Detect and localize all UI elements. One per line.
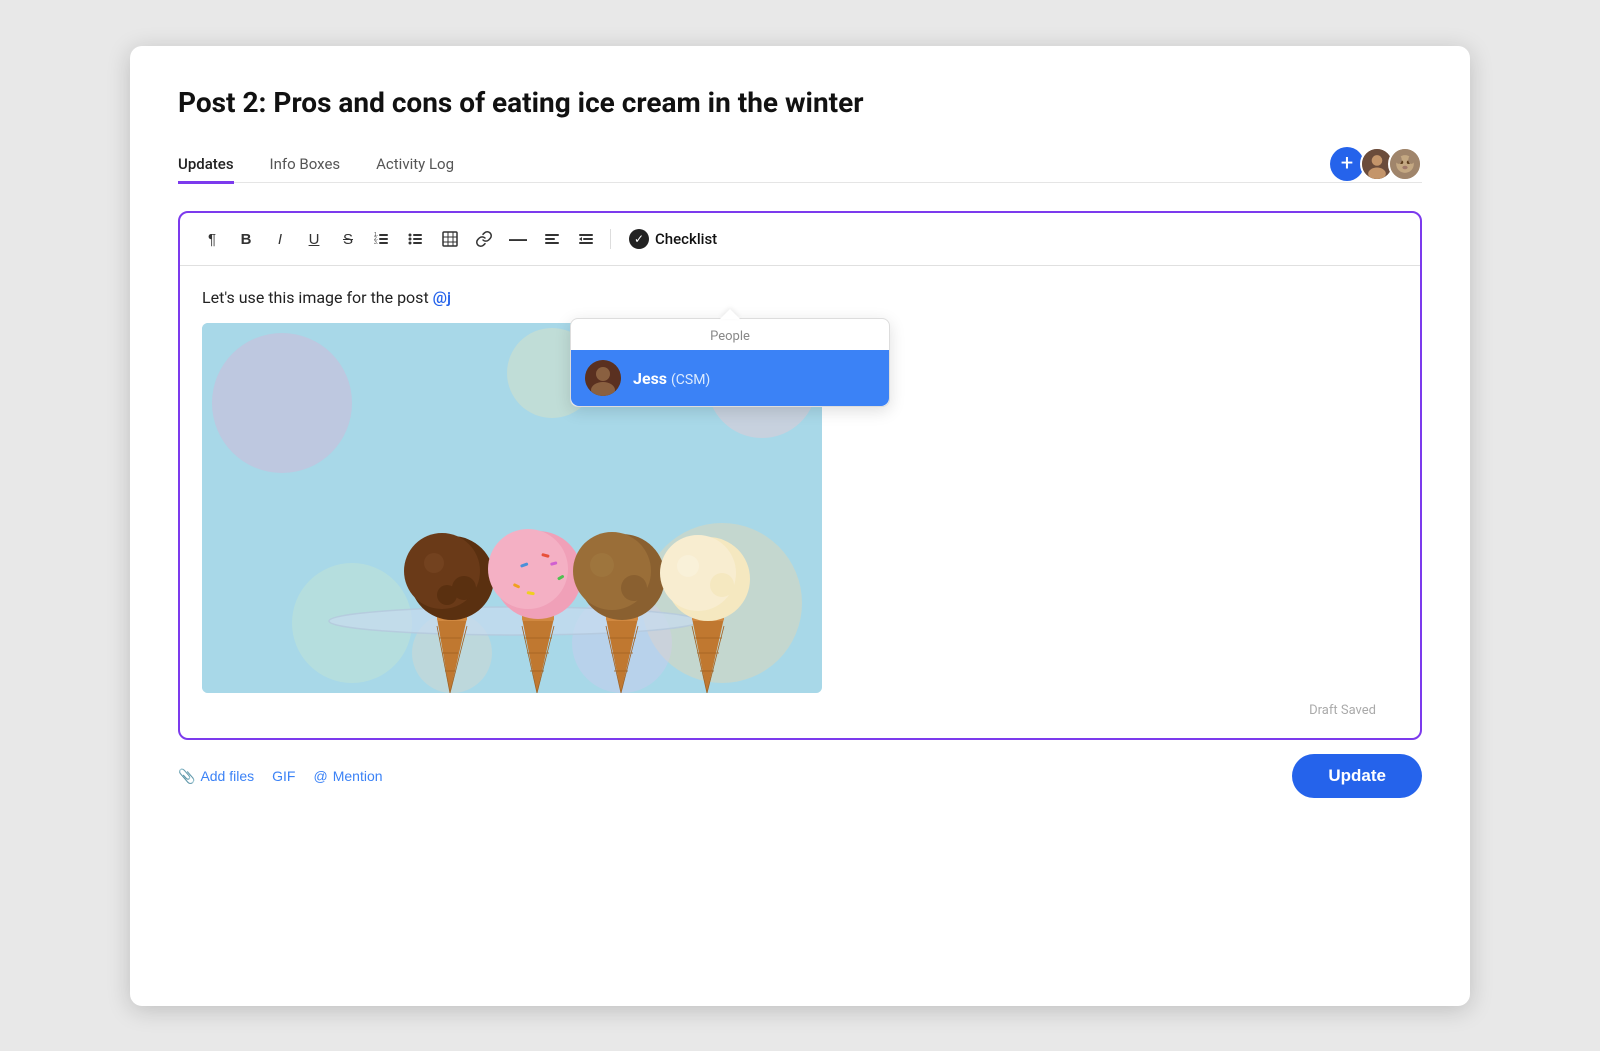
mention-dropdown-header: People (571, 319, 889, 350)
toolbar-underline[interactable]: U (300, 225, 328, 253)
toolbar-bold[interactable]: B (232, 225, 260, 253)
avatar-dog (1388, 147, 1422, 181)
main-window: Post 2: Pros and cons of eating ice crea… (130, 46, 1470, 1006)
tabs-row: Updates Info Boxes Activity Log + (178, 147, 1422, 184)
content-prefix: Let's use this image for the post (202, 288, 433, 307)
add-files-label: Add files (200, 768, 254, 784)
checklist-label: Checklist (655, 230, 717, 248)
at-icon: @ (313, 768, 327, 784)
checklist-icon: ✓ (629, 229, 649, 249)
toolbar-link[interactable] (470, 225, 498, 253)
toolbar-italic[interactable]: I (266, 225, 294, 253)
update-button[interactable]: Update (1292, 754, 1422, 798)
mention-name: Jess (633, 369, 667, 388)
paperclip-icon: 📎 (178, 768, 195, 785)
toolbar-table[interactable] (436, 225, 464, 253)
footer-actions: 📎 Add files GIF @ Mention (178, 768, 383, 785)
toolbar: ¶ B I U S 1.2.3. — (180, 213, 1420, 266)
gif-button[interactable]: GIF (272, 768, 295, 784)
page-title: Post 2: Pros and cons of eating ice crea… (178, 86, 1422, 119)
toolbar-align[interactable] (538, 225, 566, 253)
add-collaborator-button[interactable]: + (1330, 147, 1364, 181)
toolbar-unordered-list[interactable] (402, 225, 430, 253)
mention-label: Mention (333, 768, 383, 784)
mention-button[interactable]: @ Mention (313, 768, 382, 784)
toolbar-divider (610, 229, 611, 249)
tab-updates[interactable]: Updates (178, 147, 234, 184)
editor-content[interactable]: Let's use this image for the post @j (202, 288, 1398, 307)
toolbar-strikethrough[interactable]: S (334, 225, 362, 253)
toolbar-paragraph[interactable]: ¶ (198, 225, 226, 253)
add-files-button[interactable]: 📎 Add files (178, 768, 254, 785)
toolbar-indent[interactable] (572, 225, 600, 253)
toolbar-ordered-list[interactable]: 1.2.3. (368, 225, 396, 253)
editor-footer: 📎 Add files GIF @ Mention Update (178, 754, 1422, 798)
tab-info-boxes[interactable]: Info Boxes (270, 147, 341, 184)
toolbar-hr[interactable]: — (504, 225, 532, 253)
editor-container: ¶ B I U S 1.2.3. — (178, 211, 1422, 740)
mention-avatar-jess (585, 360, 621, 396)
mention-role: (CSM) (671, 372, 710, 388)
tab-activity-log[interactable]: Activity Log (376, 147, 454, 184)
mention-dropdown: People Jess (CSM) (570, 318, 890, 407)
editor-body[interactable]: Let's use this image for the post @j Peo… (180, 266, 1420, 738)
draft-status: Draft Saved (202, 693, 1398, 728)
mention-item-info: Jess (CSM) (633, 369, 710, 388)
svg-text:3.: 3. (374, 240, 378, 246)
mention-item-jess[interactable]: Jess (CSM) (571, 350, 889, 406)
toolbar-checklist-button[interactable]: ✓ Checklist (621, 225, 725, 253)
avatars-group: + (1330, 147, 1422, 181)
gif-label: GIF (272, 768, 295, 784)
mention-text: @j (433, 288, 451, 307)
